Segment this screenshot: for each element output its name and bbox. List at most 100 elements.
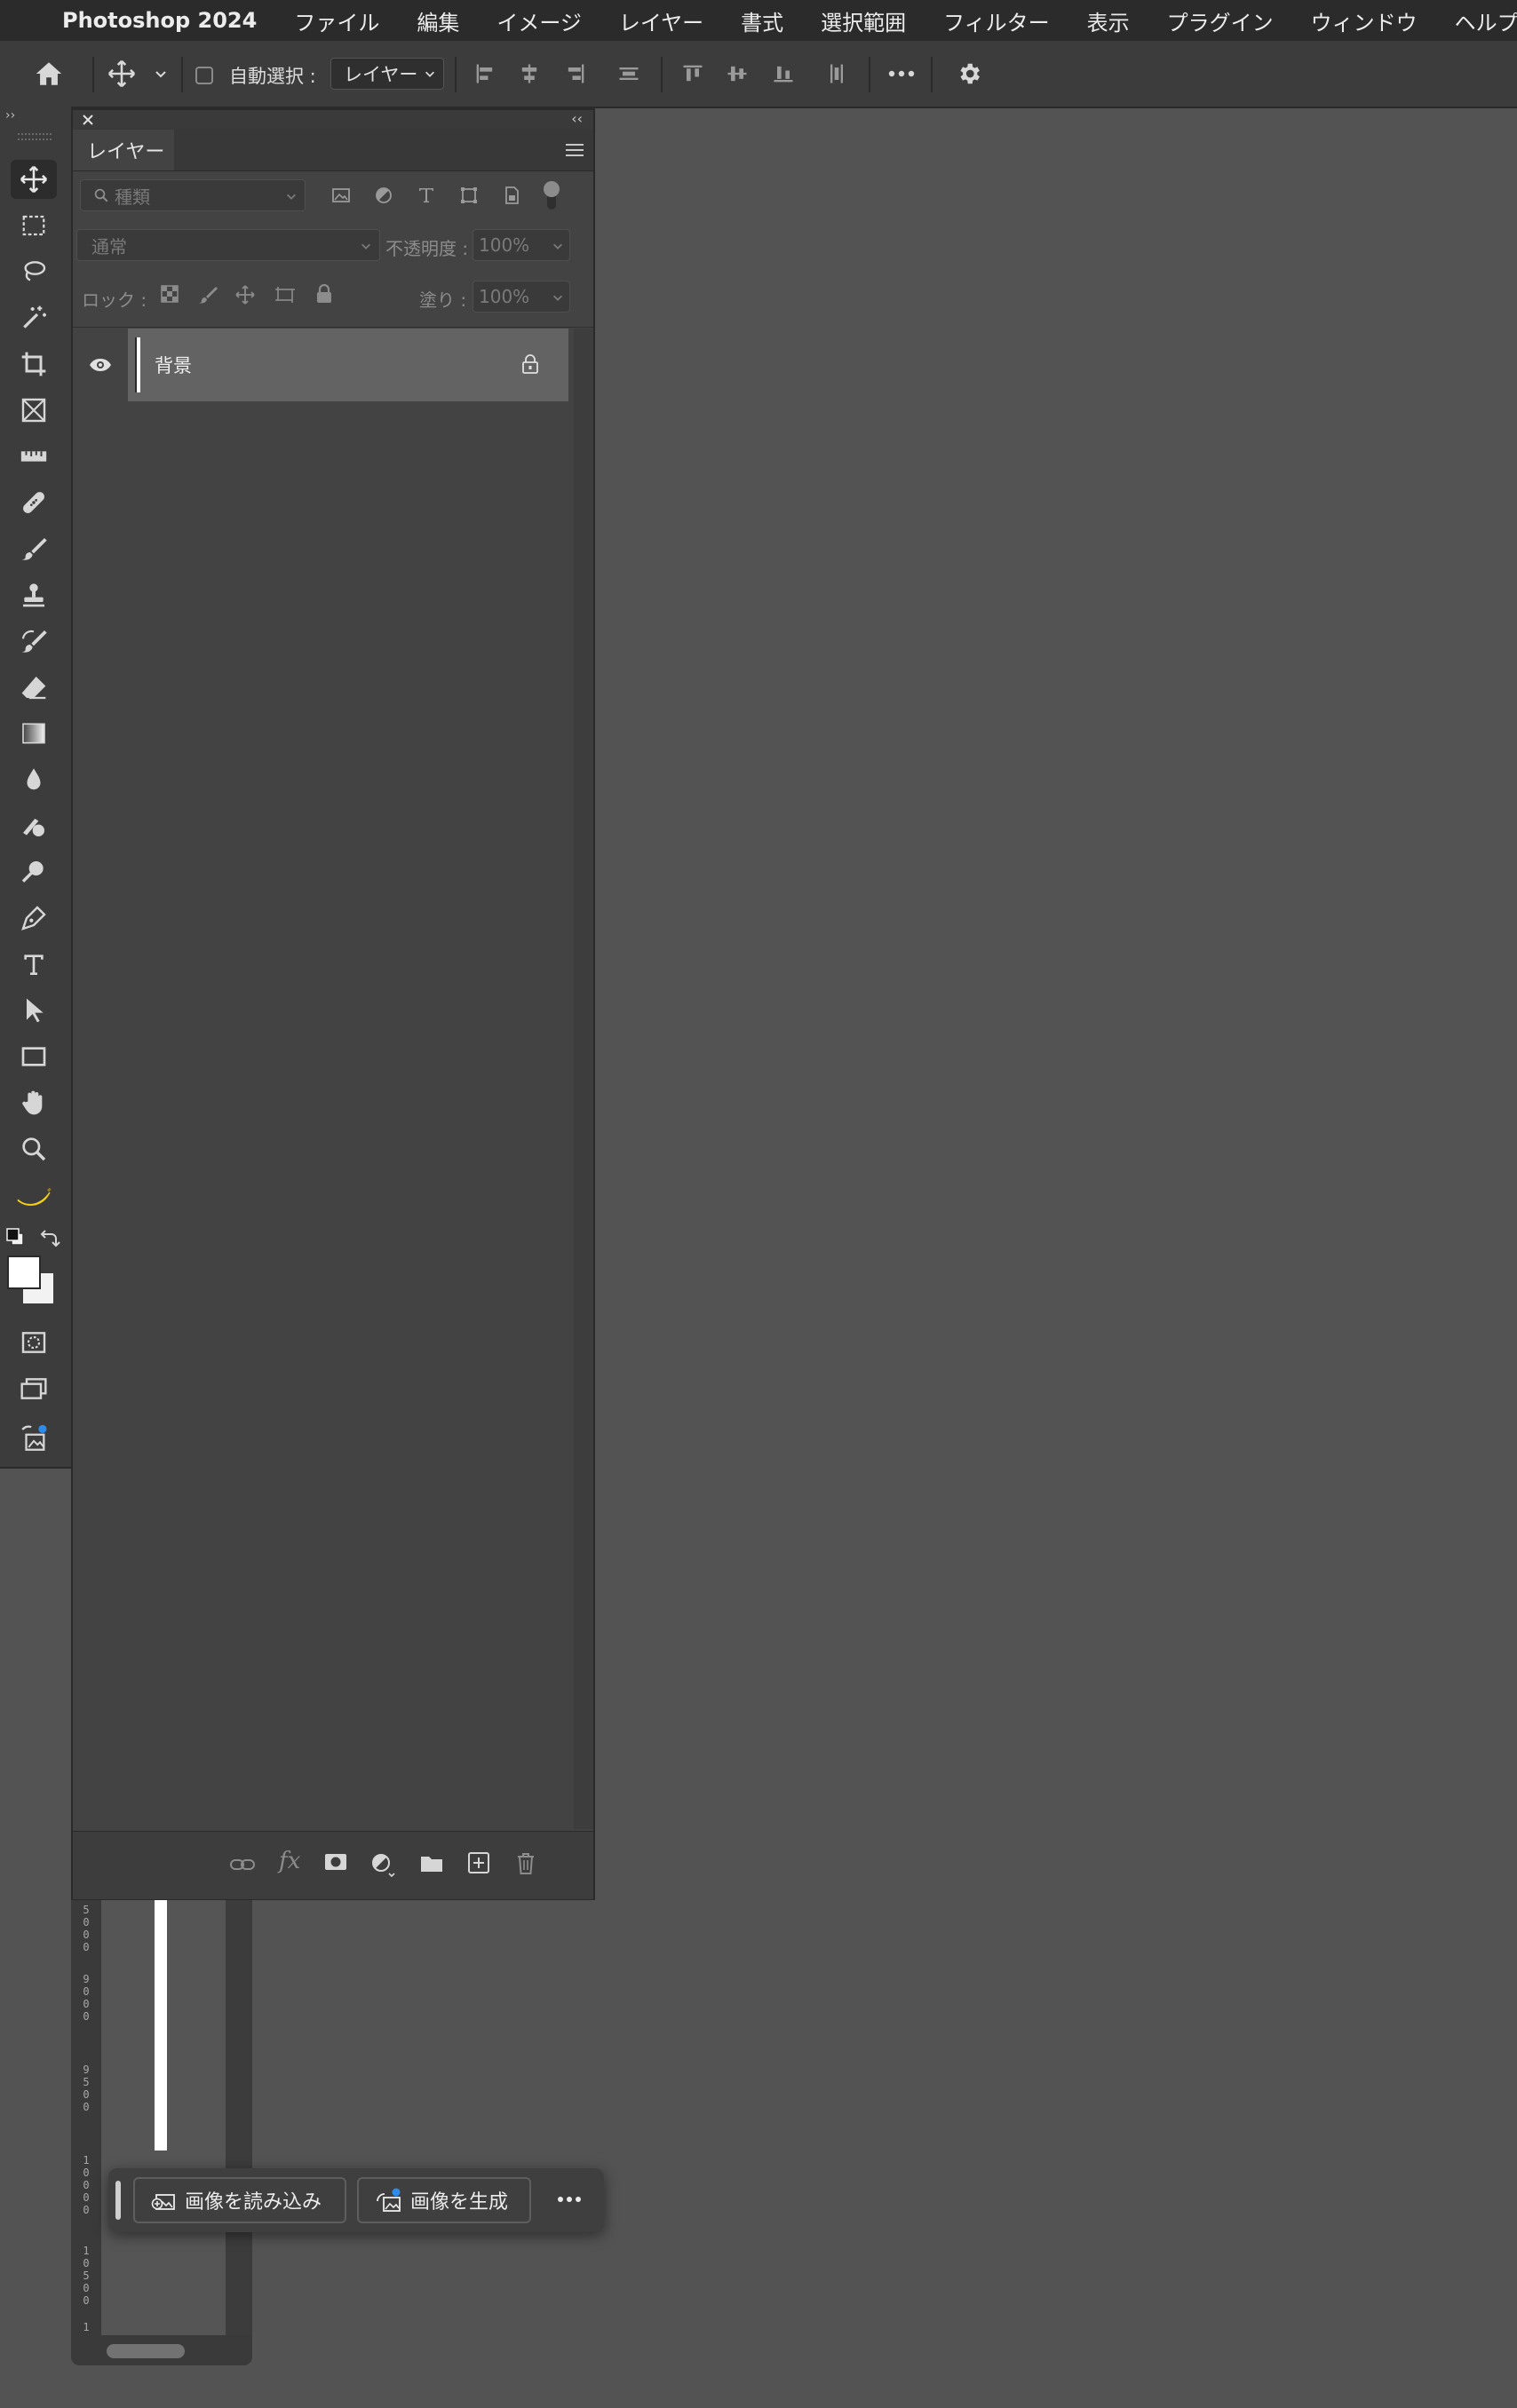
type-icon (24, 954, 44, 975)
foreground-color-swatch[interactable] (7, 1255, 41, 1289)
import-image-button[interactable]: 画像を読み込み (133, 2177, 346, 2223)
zoom-tool[interactable] (11, 1129, 57, 1168)
menu-help[interactable]: ヘルプ (1455, 5, 1517, 36)
history-brush-tool[interactable] (11, 622, 57, 661)
move-tool[interactable] (11, 160, 57, 199)
menu-layer[interactable]: レイヤー (619, 5, 703, 36)
settings-button[interactable] (947, 41, 991, 107)
canvas-image[interactable] (155, 1900, 167, 2151)
move-icon (107, 59, 136, 88)
menu-edit[interactable]: 編集 (417, 5, 459, 36)
menu-image[interactable]: イメージ (496, 5, 582, 36)
lasso-tool[interactable] (11, 252, 57, 291)
menu-select[interactable]: 選択範囲 (821, 5, 906, 36)
generative-image-button[interactable] (11, 1419, 57, 1458)
align-left-button[interactable] (465, 41, 504, 107)
layer-lock-icon[interactable] (520, 353, 540, 375)
eraser-tool[interactable] (11, 668, 57, 707)
align-vertical-center-button[interactable] (718, 41, 757, 107)
menu-file[interactable]: ファイル (294, 5, 379, 36)
frame-tool[interactable] (11, 391, 57, 430)
filter-adjustment-layers-button[interactable] (373, 185, 394, 206)
brush-tool[interactable] (11, 529, 57, 568)
collapse-panel-icon[interactable]: ‹‹ (571, 110, 583, 127)
close-icon[interactable] (82, 114, 94, 126)
marquee-tool[interactable] (11, 206, 57, 245)
menu-filter[interactable]: フィルター (943, 5, 1050, 36)
task-bar-more-button[interactable] (556, 2195, 583, 2204)
auto-select-target-dropdown[interactable]: レイヤー (330, 58, 444, 90)
crop-tool[interactable] (11, 345, 57, 384)
ruler-tool[interactable] (11, 437, 57, 476)
new-group-button[interactable] (419, 1853, 444, 1874)
move-tool-preset-button[interactable] (99, 41, 144, 107)
pen-tool[interactable] (11, 899, 57, 938)
tab-layers[interactable]: レイヤー (73, 130, 174, 170)
new-adjustment-layer-button[interactable] (369, 1851, 396, 1878)
tools-panel: ›› (0, 107, 73, 1469)
app-name-menu[interactable]: Photoshop 2024 (62, 8, 257, 33)
dodge-burn-tool[interactable] (11, 852, 57, 891)
type-tool[interactable] (11, 945, 57, 984)
align-right-button[interactable] (556, 41, 595, 107)
panel-menu-icon[interactable] (565, 142, 584, 158)
banana-tool[interactable] (11, 1177, 57, 1216)
magic-wand-tool[interactable] (11, 298, 57, 337)
gradient-tool[interactable] (11, 714, 57, 753)
generate-image-button[interactable]: 画像を生成 (357, 2177, 531, 2223)
quick-mask-button[interactable] (11, 1323, 57, 1362)
scrollbar-thumb[interactable] (107, 2344, 185, 2358)
collapse-tools-icon[interactable]: ›› (5, 108, 15, 123)
align-horizontal-center-button[interactable] (510, 41, 549, 107)
menu-window[interactable]: ウィンドウ (1311, 5, 1418, 36)
swap-colors-button[interactable] (39, 1227, 60, 1248)
menu-view[interactable]: 表示 (1087, 5, 1130, 36)
layer-filter-kind-dropdown[interactable]: 種類 (80, 179, 306, 211)
filter-smart-object-button[interactable] (501, 185, 522, 206)
link-layers-button[interactable] (229, 1853, 256, 1876)
menu-type[interactable]: 書式 (741, 5, 783, 36)
filter-shape-layers-button[interactable] (458, 185, 480, 206)
align-top-button[interactable] (673, 41, 712, 107)
filter-pixel-layers-button[interactable] (330, 185, 352, 206)
lock-all-button[interactable] (314, 284, 334, 304)
layer-visibility-toggle[interactable] (89, 357, 112, 373)
lock-position-button[interactable] (234, 284, 256, 305)
document-vertical-scrollbar[interactable] (226, 1900, 252, 2335)
blend-mode-dropdown[interactable]: 通常 (76, 229, 380, 261)
add-mask-button[interactable] (323, 1851, 348, 1873)
filter-type-layers-button[interactable] (416, 185, 437, 206)
dodge-tool[interactable] (11, 806, 57, 845)
lock-image-pixels-button[interactable] (197, 284, 218, 305)
distribute-button[interactable] (609, 41, 648, 107)
default-colors-button[interactable] (5, 1227, 25, 1247)
tools-grip[interactable] (18, 133, 52, 140)
lock-transparent-pixels-button[interactable] (160, 284, 179, 304)
screen-mode-button[interactable] (11, 1369, 57, 1408)
hand-tool[interactable] (11, 1083, 57, 1122)
task-bar-drag-handle[interactable] (115, 2181, 121, 2220)
menu-plugins[interactable]: プラグイン (1167, 5, 1274, 36)
fx-icon[interactable]: fx (279, 1848, 300, 1874)
vertical-ruler[interactable]: 5000 9000 9500 10000 10500 1 (71, 1900, 101, 2335)
delete-layer-button[interactable] (515, 1851, 536, 1876)
home-button[interactable] (27, 41, 71, 107)
new-layer-button[interactable] (467, 1851, 490, 1874)
blur-tool[interactable] (11, 760, 57, 799)
distribute-vertical-button[interactable] (817, 41, 856, 107)
clone-stamp-tool[interactable] (11, 575, 57, 614)
rectangle-tool[interactable] (11, 1037, 57, 1076)
healing-brush-tool[interactable] (11, 483, 57, 522)
fill-field[interactable]: 100% (473, 281, 570, 313)
layers-scrollbar[interactable] (574, 329, 593, 1829)
auto-select-checkbox[interactable] (195, 67, 213, 84)
lock-artboard-button[interactable] (274, 284, 297, 305)
document-horizontal-scrollbar[interactable] (71, 2335, 252, 2365)
filter-toggle-switch[interactable] (544, 181, 560, 211)
preset-dropdown[interactable] (147, 41, 174, 107)
layer-row-background[interactable]: 背景 (128, 329, 568, 401)
more-options-button[interactable] (879, 41, 924, 107)
path-selection-tool[interactable] (11, 991, 57, 1030)
align-bottom-button[interactable] (764, 41, 803, 107)
opacity-field[interactable]: 100% (473, 229, 570, 261)
